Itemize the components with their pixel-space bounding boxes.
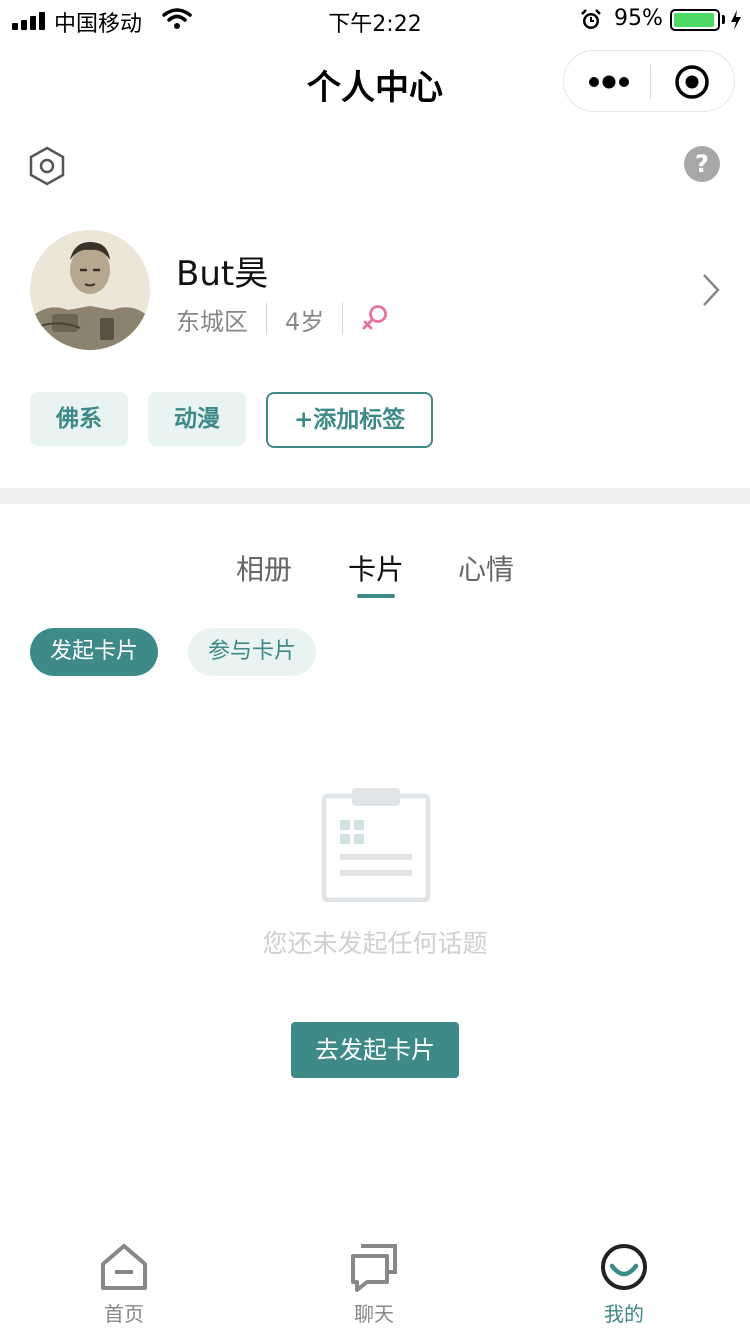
start-card-button[interactable]: 去发起卡片	[291, 1022, 459, 1078]
meta-divider	[342, 303, 344, 335]
avatar-sketch-image	[30, 230, 150, 350]
tab-album[interactable]: 相册	[236, 548, 292, 588]
district-label: 东城区	[176, 307, 248, 336]
navigation-bar: 个人中心	[0, 40, 750, 126]
tag-item[interactable]: 佛系	[30, 392, 128, 446]
age-label: 4岁	[285, 307, 325, 336]
avatar[interactable]	[30, 230, 150, 350]
empty-state-message: 您还未发起任何话题	[262, 929, 488, 958]
tabbar-item-chat[interactable]: 聊天	[314, 1234, 434, 1334]
more-dots-icon[interactable]	[586, 51, 632, 113]
profile-meta: 东城区 4岁	[176, 302, 389, 336]
tabbar-item-home[interactable]: 首页	[64, 1234, 184, 1334]
smile-profile-icon	[601, 1244, 647, 1290]
add-tag-button[interactable]: +添加标签	[266, 392, 434, 448]
alarm-icon	[581, 9, 601, 29]
battery-cap	[722, 15, 725, 24]
username: But昊	[176, 254, 269, 294]
capsule-divider	[650, 65, 651, 99]
bottom-tab-bar: 首页 聊天 我的	[0, 1234, 750, 1334]
battery-percent: 95%	[614, 6, 663, 31]
tabbar-label: 首页	[104, 1302, 144, 1326]
home-icon	[101, 1244, 147, 1290]
tab-mood[interactable]: 心情	[458, 548, 514, 588]
close-circle-icon[interactable]	[674, 64, 710, 100]
tag-item[interactable]: 动漫	[148, 392, 246, 446]
subtab-initiated-cards[interactable]: 发起卡片	[30, 628, 159, 676]
hexagon-settings-icon[interactable]	[28, 146, 66, 186]
meta-divider	[266, 303, 267, 335]
content-tabs: 相册 卡片 心情	[0, 548, 750, 608]
mini-program-capsule	[563, 50, 735, 112]
chat-icon	[351, 1244, 397, 1292]
chevron-right-icon[interactable]	[700, 272, 722, 308]
active-tab-indicator	[357, 594, 395, 598]
battery-level-fill	[674, 13, 714, 27]
female-icon	[362, 305, 388, 330]
section-divider	[0, 488, 750, 504]
tabbar-item-profile[interactable]: 我的	[564, 1234, 684, 1334]
battery-icon	[670, 9, 720, 31]
empty-clipboard-icon	[321, 788, 431, 902]
subtab-joined-cards[interactable]: 参与卡片	[188, 628, 317, 676]
help-icon[interactable]: ?	[684, 146, 720, 182]
status-bar: 中国移动 下午2:22 95%	[0, 0, 750, 40]
tag-list: 佛系 动漫 +添加标签	[30, 392, 434, 448]
tabbar-label: 我的	[604, 1302, 644, 1326]
charging-bolt-icon	[731, 10, 741, 30]
card-filter-tabs: 发起卡片 参与卡片	[30, 628, 346, 676]
tab-cards[interactable]: 卡片	[348, 548, 404, 588]
tabbar-label: 聊天	[354, 1302, 394, 1326]
